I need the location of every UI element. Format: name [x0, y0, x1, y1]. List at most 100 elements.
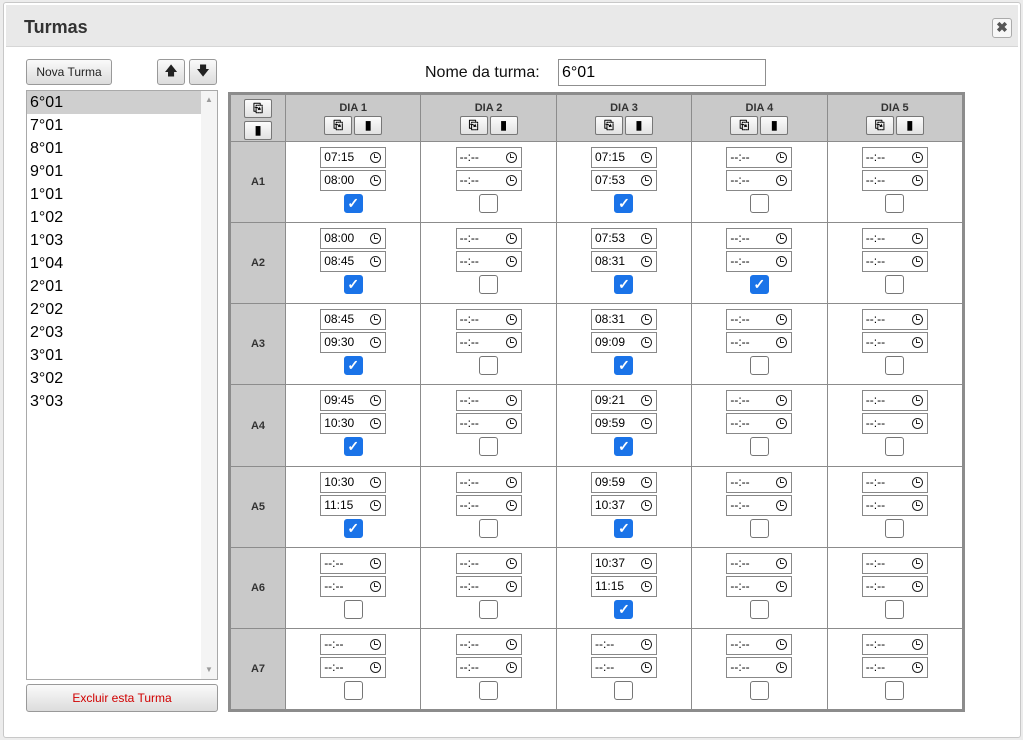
start-time-input[interactable]: --:--: [590, 633, 657, 655]
active-checkbox[interactable]: ✓: [614, 518, 634, 538]
active-checkbox[interactable]: [479, 194, 499, 214]
start-time-input[interactable]: --:--: [455, 552, 522, 574]
start-time-input[interactable]: --:--: [455, 228, 522, 250]
end-time-input[interactable]: --:--: [455, 656, 522, 678]
clock-icon[interactable]: [911, 499, 923, 511]
end-time-input[interactable]: 08:31: [590, 251, 657, 273]
clock-icon[interactable]: [370, 152, 382, 164]
start-time-input[interactable]: --:--: [455, 471, 522, 493]
end-time-input[interactable]: --:--: [455, 332, 522, 354]
clock-icon[interactable]: [776, 580, 788, 592]
start-time-input[interactable]: --:--: [455, 633, 522, 655]
active-checkbox[interactable]: [479, 356, 499, 376]
active-checkbox[interactable]: ✓: [343, 275, 363, 295]
copy-icon[interactable]: ⎘: [459, 116, 488, 135]
end-time-input[interactable]: --:--: [455, 494, 522, 516]
list-item[interactable]: 1°02: [27, 206, 201, 229]
end-time-input[interactable]: --:--: [726, 332, 793, 354]
scroll-down-icon[interactable]: ▼: [201, 663, 217, 677]
clock-icon[interactable]: [370, 314, 382, 326]
clock-icon[interactable]: [776, 395, 788, 407]
active-checkbox[interactable]: [343, 680, 363, 700]
excluir-turma-button[interactable]: Excluir esta Turma: [26, 684, 218, 712]
clock-icon[interactable]: [640, 395, 652, 407]
end-time-input[interactable]: --:--: [590, 656, 657, 678]
clock-icon[interactable]: [640, 152, 652, 164]
clock-icon[interactable]: [776, 175, 788, 187]
paste-icon[interactable]: ▮: [624, 116, 653, 135]
start-time-input[interactable]: --:--: [861, 471, 928, 493]
clock-icon[interactable]: [370, 395, 382, 407]
start-time-input[interactable]: --:--: [861, 552, 928, 574]
clock-icon[interactable]: [370, 557, 382, 569]
clock-icon[interactable]: [370, 233, 382, 245]
start-time-input[interactable]: --:--: [455, 147, 522, 169]
active-checkbox[interactable]: [749, 680, 769, 700]
clock-icon[interactable]: [776, 557, 788, 569]
start-time-input[interactable]: --:--: [726, 309, 793, 331]
end-time-input[interactable]: --:--: [726, 575, 793, 597]
clock-icon[interactable]: [911, 337, 923, 349]
clock-icon[interactable]: [776, 661, 788, 673]
clock-icon[interactable]: [370, 418, 382, 430]
start-time-input[interactable]: 09:21: [590, 390, 657, 412]
clock-icon[interactable]: [911, 152, 923, 164]
end-time-input[interactable]: --:--: [455, 170, 522, 192]
clock-icon[interactable]: [505, 233, 517, 245]
active-checkbox[interactable]: [885, 518, 905, 538]
end-time-input[interactable]: --:--: [861, 575, 928, 597]
clock-icon[interactable]: [505, 395, 517, 407]
start-time-input[interactable]: --:--: [861, 228, 928, 250]
clock-icon[interactable]: [505, 638, 517, 650]
active-checkbox[interactable]: [749, 356, 769, 376]
end-time-input[interactable]: 09:09: [590, 332, 657, 354]
end-time-input[interactable]: --:--: [455, 413, 522, 435]
end-time-input[interactable]: --:--: [726, 170, 793, 192]
active-checkbox[interactable]: ✓: [614, 275, 634, 295]
end-time-input[interactable]: 09:30: [320, 332, 387, 354]
active-checkbox[interactable]: ✓: [614, 437, 634, 457]
active-checkbox[interactable]: ✓: [343, 356, 363, 376]
clock-icon[interactable]: [505, 499, 517, 511]
active-checkbox[interactable]: [479, 518, 499, 538]
clock-icon[interactable]: [505, 557, 517, 569]
start-time-input[interactable]: 08:45: [320, 309, 387, 331]
active-checkbox[interactable]: [343, 599, 363, 619]
copy-icon[interactable]: ⎘: [594, 116, 623, 135]
start-time-input[interactable]: --:--: [861, 390, 928, 412]
clock-icon[interactable]: [911, 580, 923, 592]
clock-icon[interactable]: [505, 661, 517, 673]
close-icon[interactable]: ✖: [992, 18, 1012, 38]
active-checkbox[interactable]: ✓: [614, 599, 634, 619]
clock-icon[interactable]: [505, 256, 517, 268]
clock-icon[interactable]: [911, 638, 923, 650]
paste-icon[interactable]: ▮: [895, 116, 924, 135]
clock-icon[interactable]: [505, 175, 517, 187]
list-item[interactable]: 2°02: [27, 298, 201, 321]
list-item[interactable]: 9°01: [27, 160, 201, 183]
clock-icon[interactable]: [370, 499, 382, 511]
active-checkbox[interactable]: ✓: [343, 437, 363, 457]
clock-icon[interactable]: [776, 476, 788, 488]
start-time-input[interactable]: --:--: [455, 390, 522, 412]
end-time-input[interactable]: --:--: [861, 251, 928, 273]
end-time-input[interactable]: --:--: [455, 251, 522, 273]
end-time-input[interactable]: --:--: [320, 656, 387, 678]
clock-icon[interactable]: [911, 175, 923, 187]
list-item[interactable]: 1°01: [27, 183, 201, 206]
end-time-input[interactable]: --:--: [861, 494, 928, 516]
clock-icon[interactable]: [776, 337, 788, 349]
nome-turma-input[interactable]: [558, 59, 766, 86]
clock-icon[interactable]: [640, 476, 652, 488]
start-time-input[interactable]: --:--: [726, 147, 793, 169]
list-item[interactable]: 3°02: [27, 367, 201, 390]
active-checkbox[interactable]: [614, 680, 634, 700]
end-time-input[interactable]: 08:45: [320, 251, 387, 273]
clock-icon[interactable]: [370, 337, 382, 349]
start-time-input[interactable]: 08:31: [590, 309, 657, 331]
clock-icon[interactable]: [911, 557, 923, 569]
end-time-input[interactable]: 11:15: [590, 575, 657, 597]
list-item[interactable]: 3°01: [27, 344, 201, 367]
start-time-input[interactable]: 08:00: [320, 228, 387, 250]
list-item[interactable]: 6°01: [27, 91, 201, 114]
